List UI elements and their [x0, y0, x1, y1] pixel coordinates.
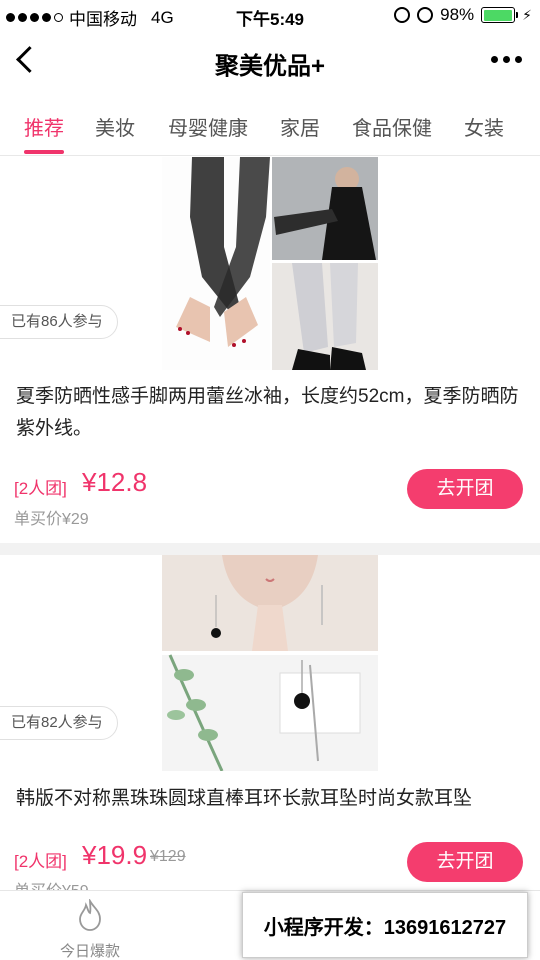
tab-home[interactable]: 家居 [280, 112, 320, 141]
participants-badge: 已有86人参与 [0, 305, 118, 339]
promo-overlay: 小程序开发：13691612727 [242, 892, 528, 958]
group-tag: [2人团] [14, 479, 67, 498]
active-tab-indicator [24, 150, 64, 154]
group-price: ¥19.9 [82, 840, 148, 870]
tab-today-hot[interactable]: 今日爆款 [50, 897, 130, 960]
participants-badge: 已有82人参与 [0, 706, 118, 740]
alarm-icon [417, 7, 434, 23]
tab-food-health[interactable]: 食品保健 [352, 112, 432, 141]
product-card[interactable]: 已有82人参与 韩版不对称黑珠珠圆球直棒耳环长款耳坠时尚女款耳坠 [2人团] ¥… [0, 555, 540, 900]
rotation-lock-icon [394, 7, 411, 23]
product-title[interactable]: 韩版不对称黑珠珠圆球直棒耳环长款耳坠时尚女款耳坠 [16, 783, 526, 815]
group-price: ¥12.8 [82, 467, 148, 497]
tab-recommend[interactable]: 推荐 [24, 112, 64, 141]
status-bar: 中国移动 4G 下午5:49 98% ⚡ [0, 0, 540, 30]
single-price: 单买价¥29 [14, 511, 89, 528]
category-tabs: 推荐 美妆 母婴健康 家居 食品保健 女装 [0, 92, 540, 156]
product-image[interactable] [162, 555, 378, 771]
start-group-button[interactable]: 去开团 [407, 469, 523, 509]
group-tag: [2人团] [14, 852, 67, 871]
product-title[interactable]: 夏季防晒性感手脚两用蕾丝冰袖，长度约52cm，夏季防晒防紫外线。 [16, 381, 526, 445]
status-right: 98% ⚡ [394, 5, 532, 25]
charging-icon: ⚡ [522, 6, 532, 23]
battery-percent: 98% [440, 5, 475, 24]
tab-mother-baby[interactable]: 母婴健康 [168, 112, 248, 141]
start-group-button[interactable]: 去开团 [407, 842, 523, 882]
page-title: 聚美优品+ [214, 53, 325, 80]
product-image[interactable] [162, 157, 378, 370]
tab-beauty[interactable]: 美妆 [95, 112, 135, 141]
original-price: ¥129 [150, 848, 186, 865]
card-divider [0, 543, 540, 555]
flame-icon [79, 897, 101, 931]
product-card[interactable]: 已有86人参与 夏季防晒性感手脚两用蕾丝冰袖，长度约52cm，夏季防晒防紫外线。… [0, 157, 540, 543]
nav-bar: 聚美优品+ [0, 30, 540, 92]
more-icon[interactable] [491, 56, 522, 63]
tab-womens-wear[interactable]: 女装 [464, 112, 504, 141]
tab-today-hot-label: 今日爆款 [59, 943, 120, 960]
battery-icon [481, 7, 519, 23]
